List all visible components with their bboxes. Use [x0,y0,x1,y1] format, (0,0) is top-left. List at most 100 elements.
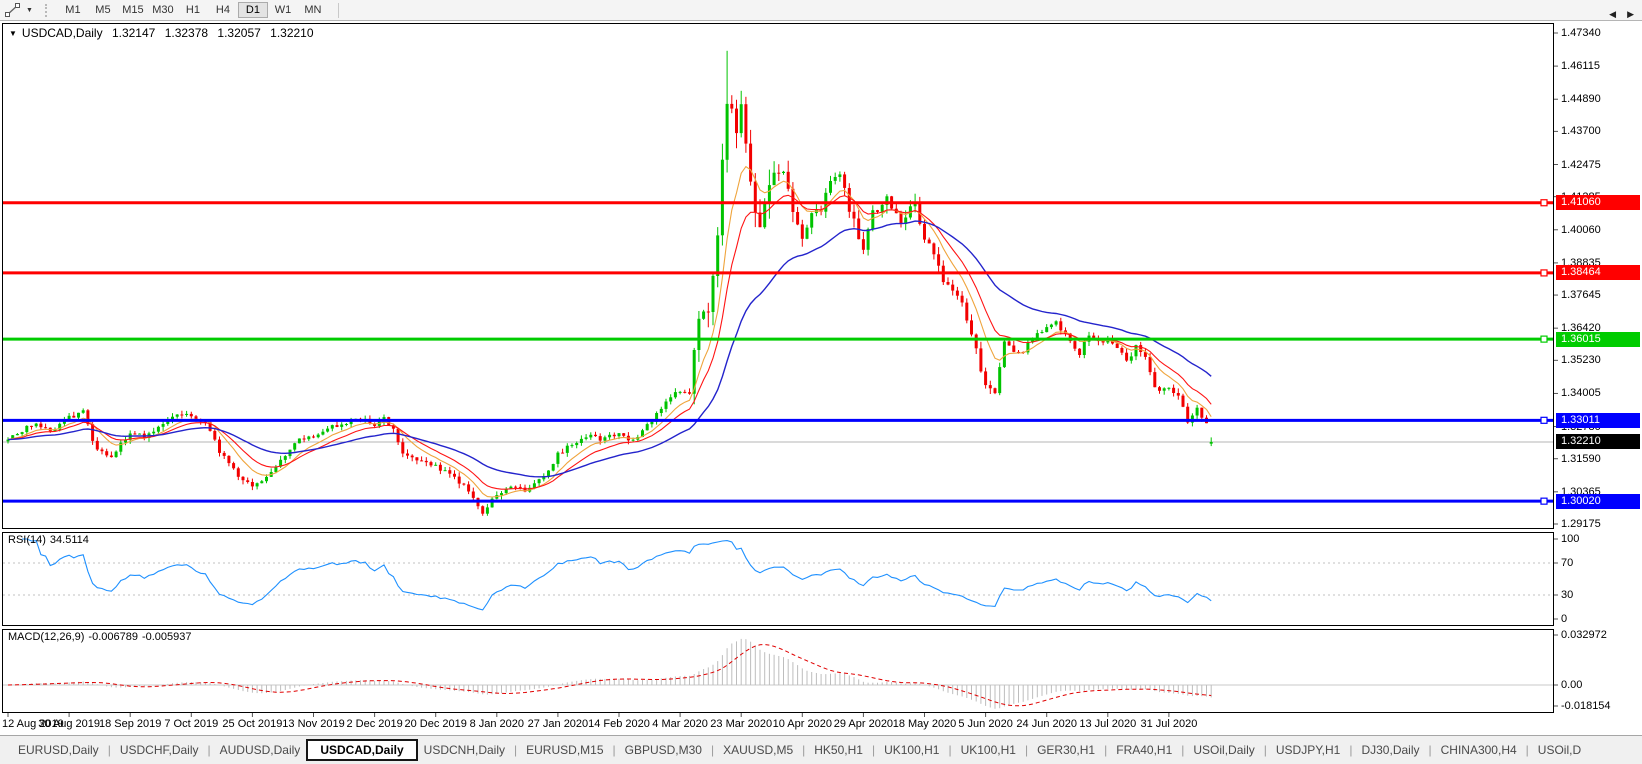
price-axis-tick: 1.31590 [1561,452,1601,465]
rsi-value: 34.5114 [49,534,89,546]
date-axis-label: 24 Jun 2020 [1016,718,1077,730]
chart-tab-china300-h4[interactable]: CHINA300,H4 [1435,740,1523,760]
chart-tab-usoil-daily[interactable]: USOil,Daily [1187,740,1260,760]
tab-separator: | [1349,743,1353,757]
hline-label[interactable]: 1.41060 [1556,195,1640,211]
chart-tab-fra40-h1[interactable]: FRA40,H1 [1110,740,1178,760]
ohlc-close: 1.32210 [270,26,314,40]
chart-tab-hk50-h1[interactable]: HK50,H1 [808,740,869,760]
chart-tab-usdchf-daily[interactable]: USDCHF,Daily [114,740,205,760]
price-axis-tick: 1.42475 [1561,158,1601,171]
date-axis-label: 25 Oct 2019 [222,718,283,730]
chart-tab-usoil-d[interactable]: USOil,D [1532,740,1587,760]
tab-separator: | [1525,743,1529,757]
timeframe-button-m30[interactable]: M30 [148,2,178,18]
price-axis-tick: 1.47340 [1561,27,1601,39]
price-axis-tick: 1.34005 [1561,387,1601,400]
date-axis-label: 13 Nov 2019 [282,718,345,730]
chart-title: ▼ USDCAD,Daily 1.32147 1.32378 1.32057 1.… [9,26,314,40]
date-axis-label: 30 Aug 2019 [38,718,100,730]
date-axis-label: 4 Mar 2020 [652,718,708,730]
timeframe-button-m5[interactable]: M5 [88,2,118,18]
ohlc-low: 1.32057 [217,26,261,40]
chart-tab-usdcnh-daily[interactable]: USDCNH,Daily [418,740,511,760]
hline-label[interactable]: 1.38464 [1556,265,1640,281]
rsi-name: RSI(14) [8,534,46,546]
date-axis-label: 23 Mar 2020 [710,718,773,730]
price-axis-tick: 1.40060 [1561,223,1601,236]
chart-tab-ger30-h1[interactable]: GER30,H1 [1031,740,1101,760]
timeframe-toolbar: ▼ M1 M5 M15 M30 H1 H4 D1 W1 MN [0,0,1642,21]
timeframe-button-h4[interactable]: H4 [208,2,238,18]
price-axis-tick: 1.44890 [1561,93,1601,106]
chart-tab-eurusd-m15[interactable]: EURUSD,M15 [520,740,609,760]
tab-separator: | [612,743,616,757]
hline-label[interactable]: 1.36015 [1556,331,1640,347]
timeframe-buttons: M1 M5 M15 M30 H1 H4 D1 W1 MN [58,2,328,18]
macd-axis-tick: -0.018154 [1561,700,1611,712]
tab-separator: | [948,743,952,757]
hline-label[interactable]: 1.33011 [1556,412,1640,428]
title-marker-icon[interactable]: ▼ [9,29,17,38]
chart-tab-xauusd-m5[interactable]: XAUUSD,M5 [717,740,799,760]
rsi-axis-tick: 100 [1561,533,1580,545]
chart-tab-uk100-h1[interactable]: UK100,H1 [878,740,945,760]
date-axis-label: 13 Jul 2020 [1079,718,1137,730]
chart-symbol: USDCAD,Daily [21,26,103,40]
macd-name: MACD(12,26,9) [8,631,85,643]
chart-tab-usdjpy-h1[interactable]: USDJPY,H1 [1270,740,1346,760]
date-axis-label: 5 Jun 2020 [958,718,1013,730]
date-axis-label: 8 Jan 2020 [469,718,525,730]
toolbar-dropdown-caret[interactable]: ▼ [24,7,39,14]
chart-tab-dj30-daily[interactable]: DJ30,Daily [1355,740,1425,760]
timeframe-button-m1[interactable]: M1 [58,2,88,18]
macd-axis-tick: 0.032972 [1561,629,1607,641]
price-axis-tick: 1.46115 [1561,60,1600,73]
price-axis-tick: 1.29175 [1561,517,1601,530]
date-axis-label: 7 Oct 2019 [164,718,219,730]
tab-separator: | [514,743,518,757]
trading-terminal-window: ▼ M1 M5 M15 M30 H1 H4 D1 W1 MN ▼ USDCAD,Daily 1.3… [0,0,1642,764]
timeframe-button-m15[interactable]: M15 [118,2,148,18]
timeframe-button-d1[interactable]: D1 [237,2,268,18]
toolbar-grip[interactable] [44,3,48,17]
trendline-tool-icon[interactable] [0,2,24,18]
tab-separator: | [1181,743,1185,757]
timeframe-button-w1[interactable]: W1 [268,2,298,18]
timeframe-button-mn[interactable]: MN [298,2,328,18]
tab-separator: | [107,743,111,757]
tab-separator: | [1428,743,1432,757]
ohlc-open: 1.32147 [111,26,156,40]
chart-tab-gbpusd-m30[interactable]: GBPUSD,M30 [619,740,708,760]
tab-separator: | [1024,743,1029,757]
date-axis-label: 18 May 2020 [892,718,957,730]
price-axis-tick: 1.35230 [1561,354,1601,367]
tab-separator: | [871,743,876,757]
date-axis-label: 29 Apr 2020 [833,718,894,730]
chart-tab-audusd-daily[interactable]: AUDUSD,Daily [214,740,307,760]
macd-main-value: -0.006789 [88,631,138,643]
price-axis-tick: 1.37645 [1561,289,1601,302]
rsi-axis-tick: 30 [1561,589,1574,601]
tab-separator: | [1104,743,1108,757]
timeframe-button-h1[interactable]: H1 [178,2,208,18]
rsi-indicator-label: RSI(14) 34.5114 [8,534,93,546]
tab-separator: | [710,743,715,757]
chart-tab-usdcad-daily[interactable]: USDCAD,Daily [306,739,418,761]
macd-signal-value: -0.005937 [141,631,192,643]
macd-axis-tick: 0.00 [1561,679,1583,691]
date-axis-label: 20 Dec 2019 [404,718,467,730]
rsi-axis-tick: 70 [1561,557,1574,569]
date-axis-label: 10 Apr 2020 [772,718,832,730]
chart-tab-uk100-h1[interactable]: UK100,H1 [955,740,1022,760]
chart-tab-eurusd-daily[interactable]: EURUSD,Daily [12,740,105,760]
toolbar-separator [337,2,339,18]
tab-separator: | [802,743,806,757]
tab-scroll-left-icon[interactable]: ◀ [1609,9,1616,20]
price-axis-tick: 1.43700 [1561,125,1601,138]
chart-plot-area[interactable] [0,0,1642,735]
tab-scroll-right-icon[interactable]: ▶ [1627,9,1634,20]
current-price-label: 1.32210 [1556,434,1640,450]
date-axis-label: 27 Jan 2020 [527,718,589,730]
hline-label[interactable]: 1.30020 [1556,493,1640,509]
